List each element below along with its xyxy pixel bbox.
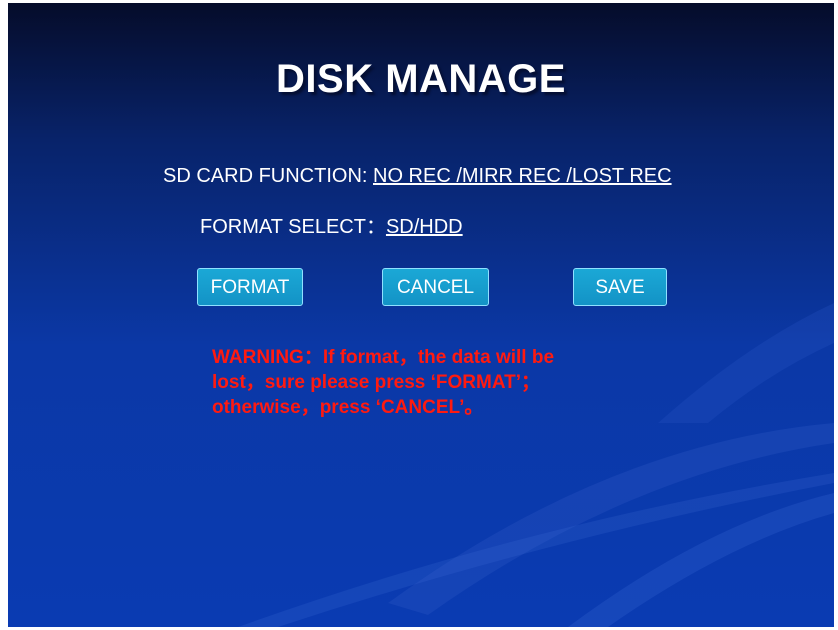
warning-line-1: WARNING：If format，the data will be: [212, 347, 555, 368]
warning-message: WARNING：If format，the data will be lost，…: [212, 345, 682, 420]
cancel-button[interactable]: CANCEL: [382, 268, 489, 306]
save-button[interactable]: SAVE: [573, 268, 667, 306]
disk-manage-screen: DISK MANAGE SD CARD FUNCTION: NO REC /MI…: [8, 3, 834, 627]
warning-line-3: otherwise，press ‘CANCEL’。: [212, 397, 484, 418]
warning-line-2: lost，sure please press ‘FORMAT’；: [212, 372, 541, 393]
format-select-label: FORMAT SELECT：: [200, 216, 386, 238]
format-select-row: FORMAT SELECT：SD/HDD: [200, 210, 463, 239]
sd-card-function-option[interactable]: NO REC /MIRR REC /LOST REC: [373, 165, 672, 187]
format-button[interactable]: FORMAT: [197, 268, 303, 306]
page-title: DISK MANAGE: [276, 57, 566, 101]
format-select-option[interactable]: SD/HDD: [386, 216, 463, 238]
sd-card-function-label: SD CARD FUNCTION:: [163, 165, 373, 187]
sd-card-function-row: SD CARD FUNCTION: NO REC /MIRR REC /LOST…: [163, 165, 672, 188]
